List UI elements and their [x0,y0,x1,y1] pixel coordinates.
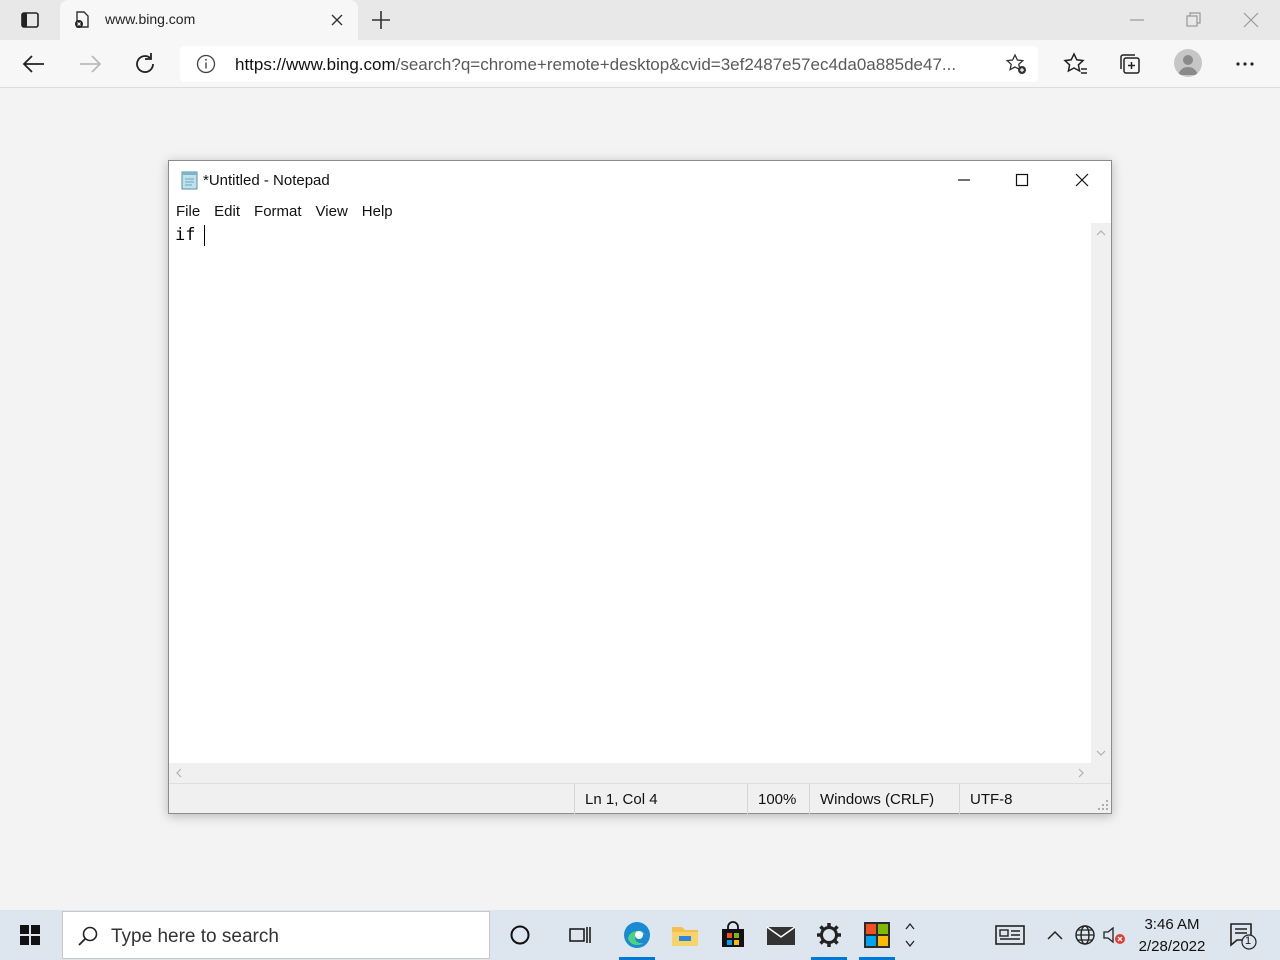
url-host: https://www.bing.com [235,55,396,74]
notepad-content: if [175,225,206,245]
close-window-icon[interactable] [1238,8,1264,32]
minimize-window-icon[interactable] [1124,8,1150,32]
restore-window-icon[interactable] [1180,8,1206,32]
notepad-app-icon [181,171,198,190]
close-icon [1075,173,1089,187]
page-error-icon [75,11,89,28]
edge-browser-icon [624,922,650,948]
back-icon[interactable] [20,50,48,78]
add-favorite-icon[interactable] [1004,52,1028,76]
notification-count: 1 [1244,935,1252,947]
taskbar: Type here to search 3:46 AM 2/28/2022 1 [0,910,1280,960]
maximize-icon [1015,173,1029,187]
collections-icon[interactable] [1116,50,1144,78]
browser-tab-bar: www.bing.com [0,0,1280,40]
microsoft-store-icon [722,921,744,947]
notepad-minimize-button[interactable] [935,161,993,199]
favorites-icon[interactable] [1061,50,1089,78]
text-caret [204,225,205,246]
news-icon [995,925,1025,945]
scroll-down-icon[interactable] [1091,743,1111,763]
start-button[interactable] [0,910,60,960]
status-zoom: 100% [747,784,809,814]
profile-icon [1178,55,1198,75]
chevron-up-icon[interactable] [904,921,916,931]
windows-logo-icon [20,925,40,945]
minimize-icon [958,179,970,181]
menu-format[interactable]: Format [247,199,309,223]
tab-close-icon[interactable] [328,11,346,29]
action-center-button[interactable]: 1 [1222,910,1262,960]
notepad-window: *Untitled - Notepad File Edit Format Vie… [168,160,1112,814]
menu-help[interactable]: Help [355,199,400,223]
scroll-up-icon[interactable] [1091,223,1111,243]
taskbar-search-box[interactable]: Type here to search [62,911,490,959]
tab-title: www.bing.com [105,11,196,27]
status-encoding: UTF-8 [959,784,1089,814]
notepad-menubar: File Edit Format View Help [169,199,1111,223]
notepad-title: *Untitled - Notepad [203,172,330,189]
address-url: https://www.bing.com/search?q=chrome+rem… [235,55,987,75]
volume-button[interactable] [1100,910,1128,960]
notepad-maximize-button[interactable] [993,161,1051,199]
forward-icon[interactable] [76,50,104,78]
taskbar-edge[interactable] [613,910,661,960]
scroll-left-icon[interactable] [169,763,189,783]
globe-network-icon [1075,925,1095,945]
address-bar[interactable]: https://www.bing.com/search?q=chrome+rem… [180,46,1038,82]
browser-toolbar: https://www.bing.com/search?q=chrome+rem… [0,40,1280,88]
chevron-down-icon[interactable] [904,939,916,949]
network-button[interactable] [1072,910,1098,960]
cortana-icon [510,925,530,945]
tab-actions-button[interactable] [12,8,48,32]
clock-date: 2/28/2022 [1138,938,1206,955]
settings-gear-icon [817,923,841,947]
site-info-icon[interactable] [196,54,216,74]
scrollbar-corner [1091,763,1111,783]
tab-actions-icon [21,12,39,28]
notepad-close-button[interactable] [1053,161,1111,199]
vertical-scrollbar[interactable] [1091,223,1111,763]
taskbar-settings[interactable] [805,910,853,960]
show-hidden-icons-button[interactable] [1042,910,1068,960]
url-path: /search?q=chrome+remote+desktop&cvid=3ef… [395,55,957,74]
new-tab-icon[interactable] [368,8,394,32]
horizontal-scrollbar[interactable] [169,763,1091,783]
mail-icon [766,926,796,945]
scroll-right-icon[interactable] [1071,763,1091,783]
more-options-icon[interactable] [1231,50,1259,78]
taskbar-office[interactable] [853,910,901,960]
search-placeholder: Type here to search [111,926,279,947]
notepad-status-bar: Ln 1, Col 4 100% Windows (CRLF) UTF-8 [169,783,1111,814]
volume-muted-icon [1103,926,1125,944]
menu-file[interactable]: File [169,199,207,223]
status-line-ending: Windows (CRLF) [809,784,959,814]
cortana-button[interactable] [496,910,544,960]
news-widget-button[interactable] [988,910,1032,960]
resize-grip-icon[interactable] [1097,799,1109,811]
microsoft-logo-icon [864,922,890,948]
profile-avatar[interactable] [1174,49,1202,77]
taskbar-scroll[interactable] [900,910,920,960]
taskbar-store[interactable] [709,910,757,960]
task-view-button[interactable] [556,910,604,960]
refresh-icon[interactable] [131,50,159,78]
file-explorer-icon [672,927,698,946]
menu-edit[interactable]: Edit [207,199,247,223]
menu-view[interactable]: View [309,199,355,223]
clock[interactable]: 3:46 AM 2/28/2022 [1132,914,1212,958]
task-view-icon [569,927,591,943]
status-position: Ln 1, Col 4 [574,784,747,814]
notepad-titlebar[interactable]: *Untitled - Notepad [169,161,1111,199]
notepad-text-area[interactable]: if [169,223,1091,763]
search-icon [78,926,98,946]
chevron-up-icon [1047,930,1063,940]
taskbar-file-explorer[interactable] [661,910,709,960]
browser-tab[interactable]: www.bing.com [60,0,358,40]
taskbar-mail[interactable] [757,910,805,960]
clock-time: 3:46 AM [1144,916,1200,933]
